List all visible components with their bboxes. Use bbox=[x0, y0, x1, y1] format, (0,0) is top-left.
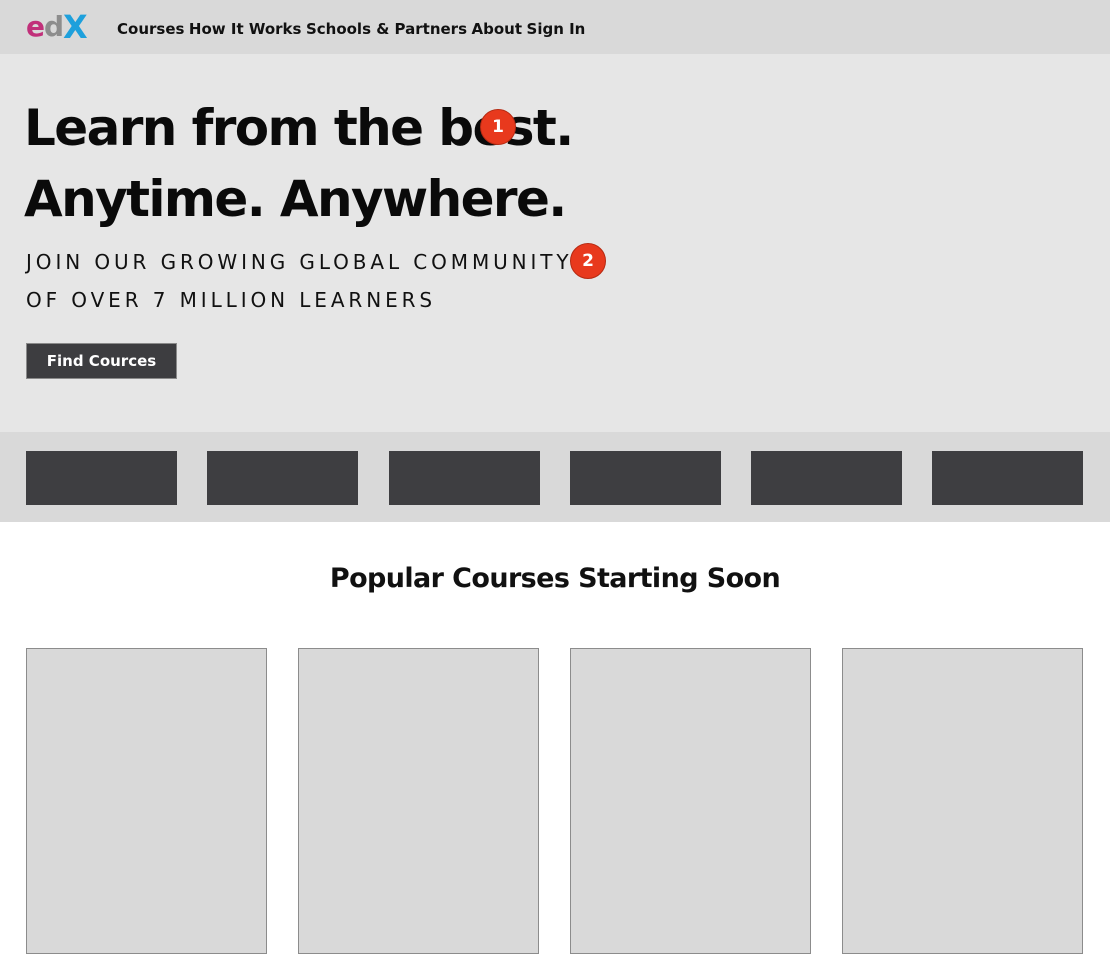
partner-logo-placeholder[interactable] bbox=[570, 451, 721, 505]
hero-subtitle-line2: OF OVER 7 MILLION LEARNERS bbox=[26, 288, 436, 312]
course-card-placeholder[interactable] bbox=[842, 648, 1083, 954]
logo-letter: e bbox=[26, 10, 45, 43]
nav-how-it-works[interactable]: How It Works bbox=[189, 20, 302, 38]
partner-logo-placeholder[interactable] bbox=[932, 451, 1083, 505]
course-card-placeholder[interactable] bbox=[570, 648, 811, 954]
hero-headline-line2: Anytime. Anywhere. bbox=[24, 170, 567, 228]
nav-schools-partners[interactable]: Schools & Partners bbox=[306, 20, 467, 38]
partner-logo-placeholder[interactable] bbox=[751, 451, 902, 505]
nav-sign-in[interactable]: Sign In bbox=[527, 20, 586, 38]
partner-logo-strip bbox=[0, 432, 1110, 522]
partner-logo-placeholder[interactable] bbox=[26, 451, 177, 505]
course-card-placeholder[interactable] bbox=[26, 648, 267, 954]
hero-section: Learn from the best. Anytime. Anywhere. … bbox=[0, 54, 1110, 432]
course-card-placeholder[interactable] bbox=[298, 648, 539, 954]
main-nav: Courses How It Works Schools & Partners … bbox=[117, 20, 590, 38]
logo-letter: X bbox=[63, 8, 88, 46]
hero-subtitle-line1: JOIN OUR GROWING GLOBAL COMMUNITY bbox=[26, 250, 573, 274]
annotation-badge-1: 1 bbox=[480, 109, 516, 145]
edx-logo[interactable]: edX bbox=[26, 8, 88, 46]
partner-logo-placeholder[interactable] bbox=[389, 451, 540, 505]
nav-courses[interactable]: Courses bbox=[117, 20, 184, 38]
find-courses-button[interactable]: Find Cources bbox=[26, 343, 177, 379]
annotation-badge-2: 2 bbox=[570, 243, 606, 279]
nav-about[interactable]: About bbox=[472, 20, 523, 38]
top-navigation-bar: edX Courses How It Works Schools & Partn… bbox=[0, 0, 1110, 54]
popular-courses-heading: Popular Courses Starting Soon bbox=[329, 563, 781, 594]
logo-letter: d bbox=[44, 10, 64, 43]
partner-logo-placeholder[interactable] bbox=[207, 451, 358, 505]
